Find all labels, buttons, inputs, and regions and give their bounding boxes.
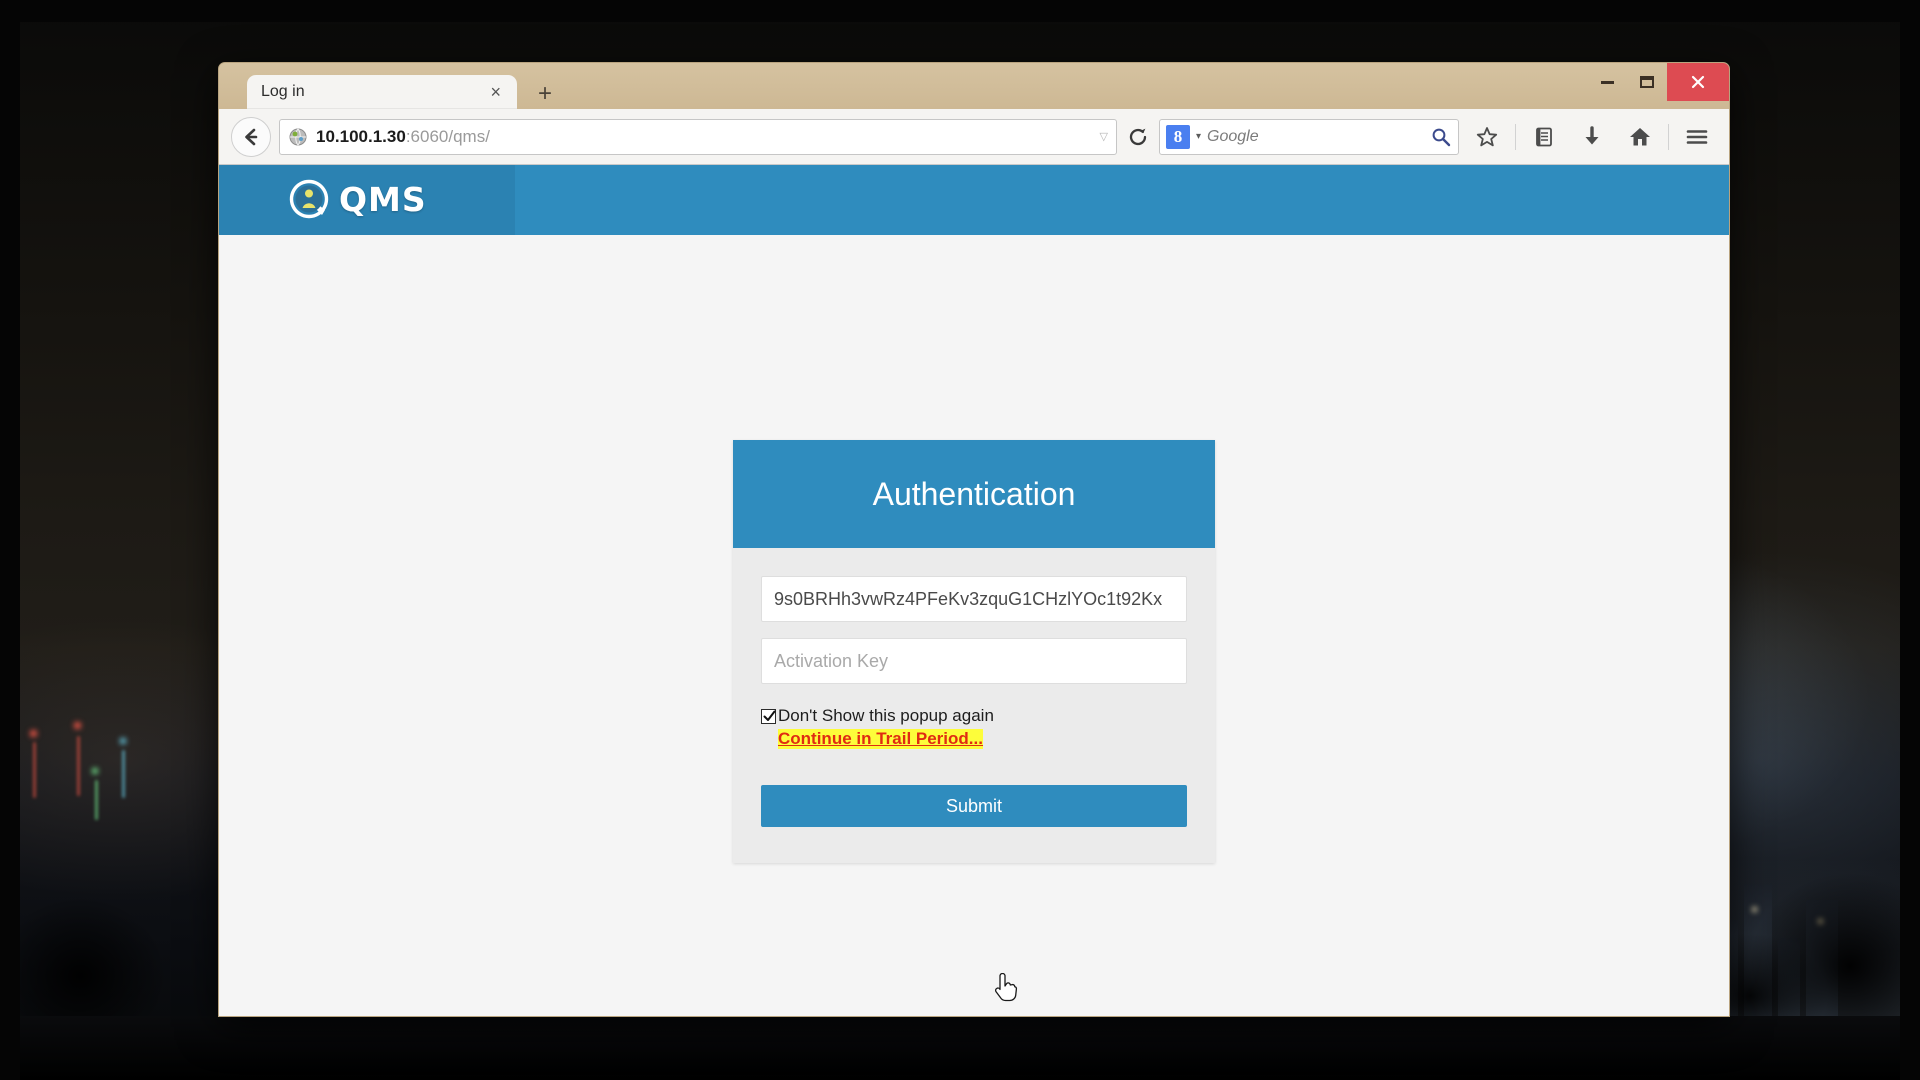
authentication-card-body: 9s0BRHh3vwRz4PFeKv3zquG1CHzlYOc1t92Kx Ac… xyxy=(733,548,1215,863)
reading-list-icon xyxy=(1536,127,1552,146)
address-bar[interactable]: 10.100.1.30:6060/qms/ ▽ xyxy=(279,118,1117,155)
home-button[interactable] xyxy=(1620,117,1660,157)
brand-name: QMS xyxy=(339,179,427,219)
site-header: QMS xyxy=(219,165,1729,235)
close-button[interactable] xyxy=(1667,63,1729,101)
reading-list-button[interactable] xyxy=(1524,117,1564,157)
search-bar[interactable]: 8 ▾ Google xyxy=(1159,118,1459,155)
toolbar-divider xyxy=(1515,123,1516,150)
dont-show-popup-row[interactable]: Don't Show this popup again xyxy=(761,706,1187,726)
search-engine-dropdown-icon[interactable]: ▾ xyxy=(1196,131,1201,142)
back-arrow-icon xyxy=(245,128,258,145)
google-logo-icon: 8 xyxy=(1166,124,1190,149)
authentication-card-header: Authentication xyxy=(733,440,1215,548)
downloads-button[interactable] xyxy=(1572,117,1612,157)
mouse-cursor xyxy=(992,972,1018,1010)
address-dropdown-icon[interactable]: ▽ xyxy=(1100,130,1108,143)
brand-logo[interactable]: QMS xyxy=(289,179,427,219)
url-path: :6060/qms/ xyxy=(405,126,490,146)
browser-toolbar: 10.100.1.30:6060/qms/ ▽ 8 ▾ Google xyxy=(219,109,1729,165)
reload-icon xyxy=(1129,128,1147,145)
bookmark-button[interactable] xyxy=(1467,117,1507,157)
url-host: 10.100.1.30 xyxy=(316,126,406,146)
submit-button[interactable]: Submit xyxy=(761,785,1187,827)
home-icon xyxy=(1630,127,1650,145)
activation-key-input[interactable]: Activation Key xyxy=(761,638,1187,684)
window-controls xyxy=(1587,63,1729,101)
tab-title: Log in xyxy=(261,83,305,100)
continue-trial-link[interactable]: Continue in Trail Period... xyxy=(778,729,983,749)
page-content: QMS Authentication 9s0BRHh3vwRz4PFeKv3zq… xyxy=(219,165,1729,1016)
close-icon xyxy=(1691,75,1705,89)
authentication-card: Authentication 9s0BRHh3vwRz4PFeKv3zquG1C… xyxy=(733,440,1215,863)
trial-row: Continue in Trail Period... xyxy=(778,729,1187,749)
new-tab-button[interactable]: + xyxy=(527,79,563,109)
back-button[interactable] xyxy=(231,116,271,157)
globe-icon xyxy=(289,128,307,145)
toolbar-divider-2 xyxy=(1668,123,1669,150)
pointing-hand-cursor-icon xyxy=(994,972,1018,1002)
address-bar-text: 10.100.1.30:6060/qms/ xyxy=(316,127,1092,147)
reload-button[interactable] xyxy=(1125,124,1151,150)
page-title: Authentication xyxy=(872,475,1076,512)
browser-window: Log in × + 10.100.1.30:6060/qms/ ▽ 8 ▾ G… xyxy=(218,62,1730,1017)
browser-title-bar: Log in × + xyxy=(219,63,1729,109)
menu-button[interactable] xyxy=(1677,117,1717,157)
download-arrow-icon xyxy=(1585,125,1599,144)
checkmark-icon xyxy=(763,710,776,721)
search-input[interactable]: Google xyxy=(1207,128,1424,146)
dont-show-popup-checkbox[interactable] xyxy=(761,709,776,724)
qms-circle-person-logo-icon xyxy=(289,179,329,219)
tab-close-icon[interactable]: × xyxy=(488,83,503,101)
hamburger-menu-icon xyxy=(1686,129,1708,144)
tab-strip: Log in × + xyxy=(247,75,563,109)
license-key-input[interactable]: 9s0BRHh3vwRz4PFeKv3zquG1CHzlYOc1t92Kx xyxy=(761,576,1187,622)
search-magnifier-icon[interactable] xyxy=(1430,126,1452,148)
minimize-button[interactable] xyxy=(1587,63,1627,101)
dont-show-popup-label: Don't Show this popup again xyxy=(778,706,994,725)
maximize-button[interactable] xyxy=(1627,63,1667,101)
star-icon xyxy=(1476,126,1498,146)
browser-tab-login[interactable]: Log in × xyxy=(247,75,517,109)
